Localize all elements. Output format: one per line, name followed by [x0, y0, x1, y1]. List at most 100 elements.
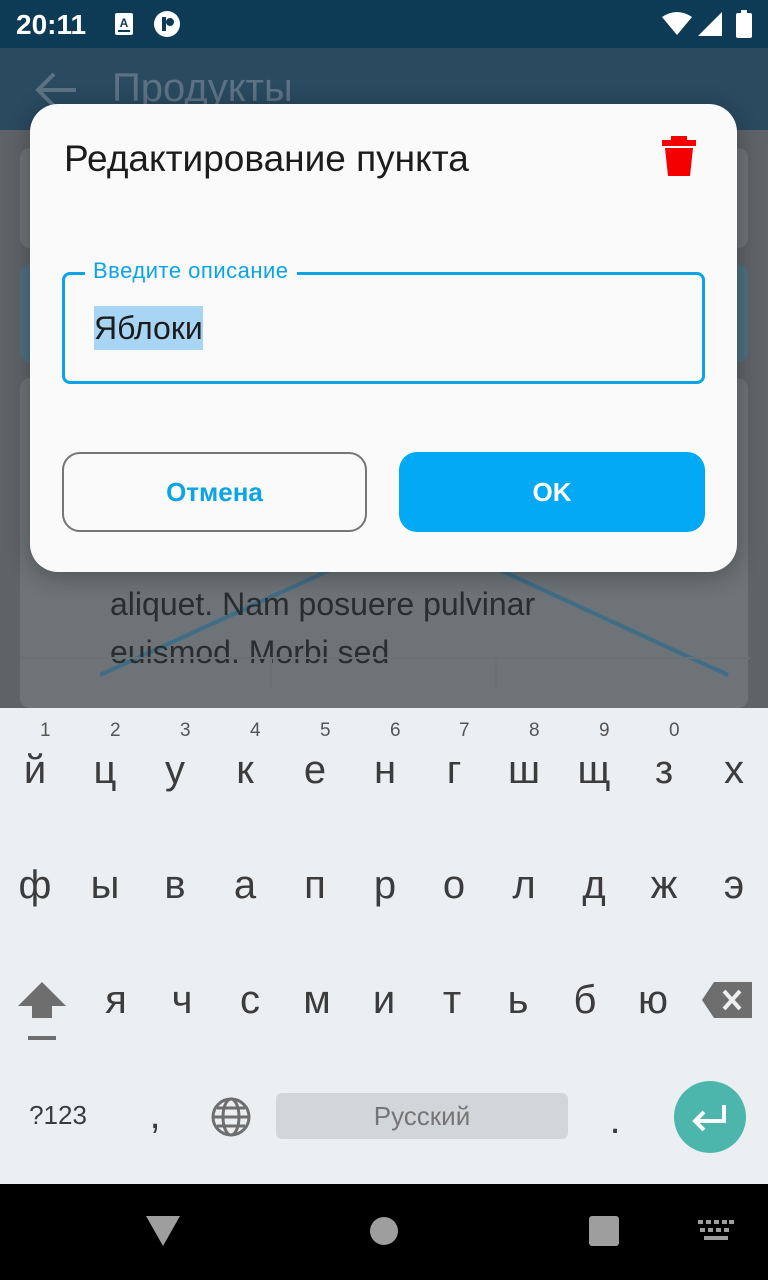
key[interactable]: о [419, 863, 489, 908]
key[interactable]: а [210, 863, 280, 908]
key[interactable]: ф [0, 863, 70, 908]
key-hint: 1 [40, 720, 51, 741]
key-label: т [442, 978, 462, 1022]
key[interactable]: к4 [210, 720, 280, 793]
key[interactable]: ш8 [489, 720, 559, 793]
key[interactable]: д [559, 863, 629, 908]
key-label: с [240, 978, 260, 1022]
key-label: щ [577, 748, 611, 792]
key[interactable]: ю [618, 978, 688, 1023]
key-label: п [304, 863, 326, 907]
key-label: н [373, 748, 397, 792]
keyboard-switch-icon[interactable] [698, 1220, 734, 1244]
key-hint: 4 [250, 720, 261, 741]
cancel-button[interactable]: Отмена [62, 452, 367, 532]
key-label: ы [90, 863, 120, 907]
key-label: ч [171, 978, 193, 1022]
key-label: э [723, 863, 745, 907]
key-label: е [303, 748, 327, 792]
key-label: а [233, 863, 257, 907]
key[interactable]: ц2 [70, 720, 140, 793]
key-hint: 8 [529, 720, 540, 741]
key[interactable]: с [215, 978, 285, 1023]
keyboard-a-icon: A [115, 13, 133, 35]
key[interactable]: у3 [140, 720, 210, 793]
key[interactable]: э [699, 863, 768, 908]
space-key[interactable]: Русский [276, 1093, 568, 1139]
key[interactable]: з0 [629, 720, 699, 793]
period-key[interactable]: . [580, 1098, 650, 1143]
back-triangle-icon[interactable] [146, 1216, 180, 1246]
key[interactable]: щ9 [559, 720, 629, 793]
key[interactable]: е5 [280, 720, 350, 793]
key-label: й [23, 748, 47, 792]
comma-key[interactable]: , [120, 1093, 190, 1138]
signal-icon [698, 12, 722, 36]
key[interactable]: г7 [419, 720, 489, 793]
enter-icon [692, 1105, 726, 1132]
wifi-icon [662, 12, 692, 35]
key-label: к [236, 748, 254, 792]
key[interactable]: х [699, 748, 768, 793]
key[interactable]: ж [629, 863, 699, 908]
key[interactable]: ы [70, 863, 140, 908]
symbols-key[interactable]: ?123 [22, 1100, 94, 1131]
key-label: ш [507, 748, 541, 792]
key[interactable]: м [282, 978, 352, 1023]
key[interactable]: п [280, 863, 350, 908]
key[interactable]: в [140, 863, 210, 908]
key-label: м [303, 978, 331, 1022]
key-label: ю [638, 978, 668, 1022]
key-label: ц [93, 748, 117, 792]
key-label: и [372, 978, 396, 1022]
shift-icon[interactable] [16, 980, 68, 1044]
key[interactable]: л [489, 863, 559, 908]
key[interactable]: ч [147, 978, 217, 1023]
table-row [20, 657, 750, 689]
key-label: я [105, 978, 127, 1022]
home-circle-icon[interactable] [369, 1216, 399, 1246]
recents-square-icon[interactable] [589, 1216, 619, 1246]
key-hint: 5 [320, 720, 331, 741]
status-bar: 20:11 A [0, 0, 768, 48]
key[interactable]: й1 [0, 720, 70, 793]
enter-key[interactable] [674, 1081, 746, 1153]
description-field[interactable]: Введите описание Яблоки [62, 258, 705, 384]
key-label: у [165, 748, 185, 792]
key-hint: 6 [390, 720, 401, 741]
key-hint: 0 [669, 720, 680, 741]
key-hint: 3 [180, 720, 191, 741]
key-label: з [654, 748, 674, 792]
soft-keyboard: й1ц2у3к4е5н6г7ш8щ9з0х фывапролджэ ячсмит… [0, 708, 768, 1184]
key[interactable]: я [81, 978, 151, 1023]
description-input[interactable]: Яблоки [94, 306, 203, 350]
key[interactable]: н6 [350, 720, 420, 793]
edit-item-dialog: Редактирование пункта Введите описание Я… [30, 104, 737, 572]
key[interactable]: и [349, 978, 419, 1023]
app-notification-icon [154, 11, 180, 37]
dialog-title: Редактирование пункта [64, 138, 469, 179]
key-label: б [573, 978, 597, 1022]
ok-button[interactable]: OK [399, 452, 705, 532]
key-label: о [442, 863, 466, 907]
key[interactable]: ь [483, 978, 553, 1023]
navigation-bar [0, 1184, 768, 1280]
trash-icon[interactable] [662, 136, 696, 176]
key-label: л [512, 863, 536, 907]
key-label: х [724, 748, 744, 792]
key-hint: 2 [110, 720, 121, 741]
status-time: 20:11 [16, 9, 87, 40]
key[interactable]: б [550, 978, 620, 1023]
key-label: ь [507, 978, 529, 1022]
key-label: г [446, 748, 462, 792]
key-label: ф [18, 863, 52, 907]
svg-text:A: A [120, 16, 129, 30]
description-label: Введите описание [85, 258, 297, 284]
key[interactable]: т [417, 978, 487, 1023]
key[interactable]: р [350, 863, 420, 908]
key-hint: 9 [599, 720, 610, 741]
battery-icon [736, 10, 752, 38]
backspace-icon[interactable] [702, 982, 752, 1018]
globe-icon[interactable] [210, 1096, 252, 1138]
key-label: р [373, 863, 397, 907]
